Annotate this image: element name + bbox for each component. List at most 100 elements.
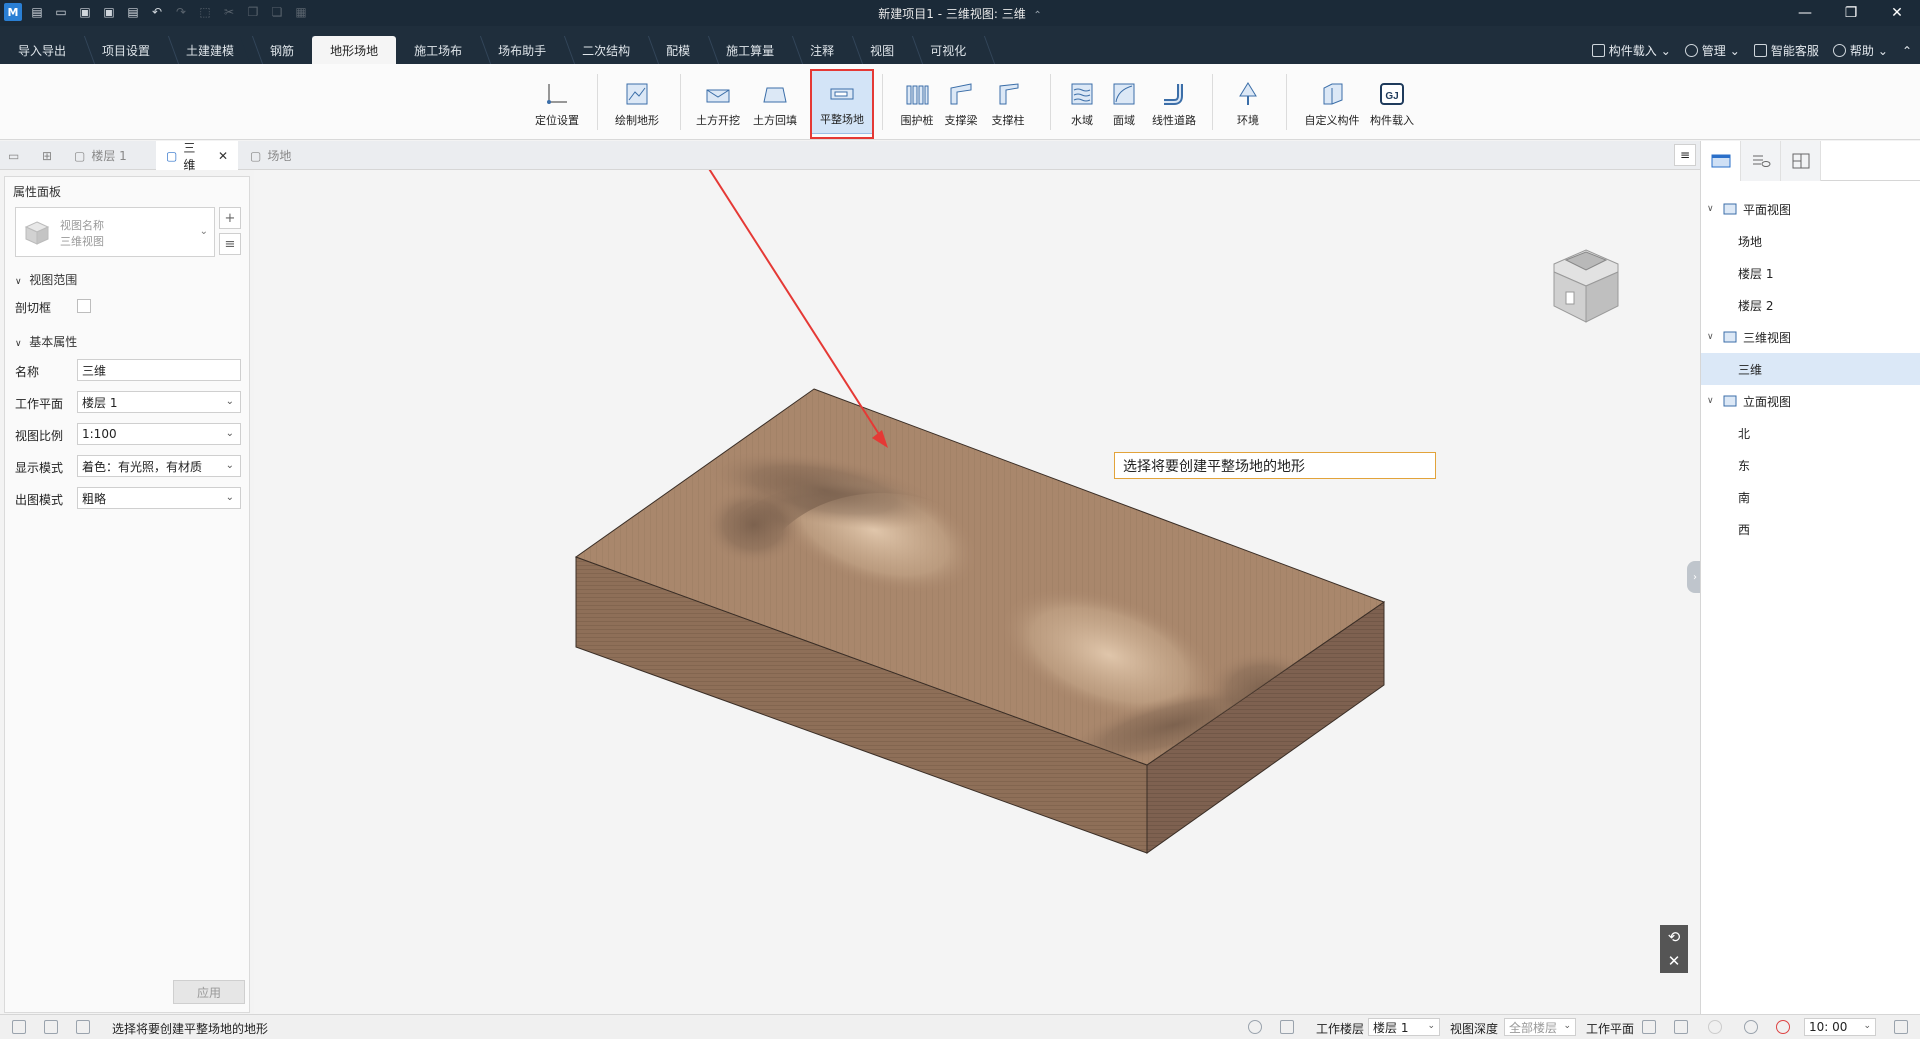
view-list-button[interactable]: ≡ xyxy=(219,233,241,255)
export-file-icon[interactable]: ▤ xyxy=(124,3,142,21)
tree-item[interactable]: 北 xyxy=(1701,417,1920,449)
undo-icon[interactable]: ↶ xyxy=(148,3,166,21)
section-basic-props[interactable]: ∨ 基本属性 xyxy=(15,333,77,350)
cut-icon[interactable]: ✂ xyxy=(220,3,238,21)
ribbon-button[interactable]: 定位设置 xyxy=(525,70,589,134)
view-cube-icon[interactable] xyxy=(1544,246,1628,330)
restore-icon[interactable]: ❐ xyxy=(1828,0,1874,26)
sun-icon[interactable] xyxy=(1744,1020,1758,1034)
view-scale-select[interactable]: 1:100 ⌄ xyxy=(77,423,241,445)
view-type-selector[interactable]: 视图名称 三维视图 ⌄ xyxy=(15,207,215,257)
panel-toggle-icon[interactable]: ▭ xyxy=(0,141,34,170)
layer-visibility-tab[interactable] xyxy=(1741,141,1781,181)
manage-icon xyxy=(1684,44,1698,57)
hint-callout: 选择将要创建平整场地的地形 xyxy=(1114,452,1436,479)
save-icon[interactable]: ▣ xyxy=(76,3,94,21)
menu-tab[interactable]: 项目设置 xyxy=(84,36,168,64)
work-floor-select[interactable]: 楼层 1 ⌄ xyxy=(1368,1018,1440,1036)
menu-tab[interactable]: 二次结构 xyxy=(564,36,648,64)
redo-icon[interactable]: ↷ xyxy=(172,3,190,21)
close-tab-icon[interactable]: ✕ xyxy=(218,149,228,163)
menu-tab[interactable]: 施工场布 xyxy=(396,36,480,64)
shadow-off-icon[interactable] xyxy=(1776,1020,1790,1034)
menu-tab[interactable]: 可视化 xyxy=(912,36,984,64)
layout-icon[interactable] xyxy=(12,1020,26,1034)
ribbon-button[interactable]: 支撑柱 xyxy=(985,70,1031,134)
tile-views-icon[interactable]: ⊞ xyxy=(34,141,64,170)
close-window-icon[interactable]: ✕ xyxy=(1874,0,1920,26)
time-select[interactable]: 10: 00 ⌄ xyxy=(1804,1018,1876,1036)
tab-list-button[interactable]: ≡ xyxy=(1674,144,1696,166)
ribbon-button[interactable]: 支撑梁 xyxy=(938,70,984,134)
tab-floor-1[interactable]: ▢ 楼层 1 xyxy=(64,141,154,170)
snap-icon[interactable] xyxy=(76,1020,90,1034)
new-file-icon[interactable]: ▤ xyxy=(28,3,46,21)
name-input[interactable]: 三维 xyxy=(77,359,241,381)
ribbon-button[interactable]: 土方回填 xyxy=(747,70,803,134)
tree-item[interactable]: 楼层 2 xyxy=(1701,289,1920,321)
tree-group[interactable]: ∨ 立面视图 xyxy=(1701,385,1920,417)
output-mode-select[interactable]: 粗略 ⌄ xyxy=(77,487,241,509)
grid-icon[interactable] xyxy=(44,1020,58,1034)
paste-icon[interactable]: ❏ xyxy=(268,3,286,21)
tab-3d[interactable]: ▢ 三维 ✕ xyxy=(156,141,238,172)
section-view-range[interactable]: ∨ 视图范围 xyxy=(15,271,77,288)
tree-item[interactable]: 南 xyxy=(1701,481,1920,513)
3d-viewport[interactable]: 选择将要创建平整场地的地形 ⟲ ✕ › xyxy=(254,170,1700,1014)
view-depth-select[interactable]: 全部楼层 ⌄ xyxy=(1504,1018,1576,1036)
work-plane-icon[interactable] xyxy=(1642,1020,1656,1034)
component-tab[interactable] xyxy=(1781,141,1821,181)
add-view-button[interactable]: + xyxy=(219,207,241,229)
crop-box-checkbox[interactable] xyxy=(77,299,91,313)
light-bulb-icon[interactable] xyxy=(1708,1020,1722,1034)
tree-group[interactable]: ∨ 平面视图 xyxy=(1701,193,1920,225)
tab-site[interactable]: ▢ 场地 xyxy=(240,141,320,170)
select-icon[interactable]: ⬚ xyxy=(196,3,214,21)
work-plane-select[interactable]: 楼层 1 ⌄ xyxy=(77,391,241,413)
ribbon-button[interactable]: 环境 xyxy=(1228,70,1268,134)
ribbon-button[interactable]: 自定义构件 xyxy=(1296,70,1368,134)
terrain-scene[interactable] xyxy=(254,170,1700,1014)
close-nav-icon[interactable]: ✕ xyxy=(1668,952,1681,970)
expand-chevron-icon[interactable]: ∨ xyxy=(1707,204,1719,214)
rotate-reset-icon[interactable]: ⟲ xyxy=(1668,928,1681,946)
ribbon-button[interactable]: 绘制地形 xyxy=(605,70,669,134)
tree-item[interactable]: 西 xyxy=(1701,513,1920,545)
minimize-icon[interactable]: — xyxy=(1782,0,1828,26)
smart-service-button[interactable]: 智能客服 xyxy=(1753,42,1819,59)
open-folder-icon[interactable]: ▭ xyxy=(52,3,70,21)
collapse-right-panel-icon[interactable]: › xyxy=(1687,561,1700,593)
tree-item[interactable]: 三维 xyxy=(1701,353,1920,385)
ribbon-button[interactable]: 水域 xyxy=(1062,70,1102,134)
apply-button[interactable]: 应用 xyxy=(173,980,245,1004)
save-as-icon[interactable]: ▣ xyxy=(100,3,118,21)
menu-tab[interactable]: 场布助手 xyxy=(480,36,564,64)
tree-item[interactable]: 楼层 1 xyxy=(1701,257,1920,289)
help-menu[interactable]: 帮助 ⌄ xyxy=(1832,42,1888,59)
ribbon-collapse-icon[interactable]: ⌃ xyxy=(1902,42,1912,59)
ribbon-button[interactable]: 土方开挖 xyxy=(690,70,746,134)
menu-tab[interactable]: 导入导出 xyxy=(0,36,84,64)
expand-chevron-icon[interactable]: ∨ xyxy=(1707,332,1719,342)
zoom-fit-icon[interactable] xyxy=(1248,1020,1262,1034)
menu-tab[interactable]: 土建建模 xyxy=(168,36,252,64)
render-icon[interactable] xyxy=(1674,1020,1688,1034)
manage-menu[interactable]: 管理 ⌄ xyxy=(1684,42,1740,59)
display-mode-select[interactable]: 着色：有光照，有材质 ⌄ xyxy=(77,455,241,477)
component-load-menu[interactable]: 构件载入 ⌄ xyxy=(1591,42,1671,59)
ribbon-button[interactable]: 面域 xyxy=(1104,70,1144,134)
ribbon-button[interactable]: 线性道路 xyxy=(1146,70,1202,134)
status-settings-icon[interactable] xyxy=(1894,1020,1908,1034)
tree-group[interactable]: ∨ 三维视图 xyxy=(1701,321,1920,353)
print-icon[interactable] xyxy=(1280,1020,1294,1034)
menu-tab[interactable]: 地形场地 xyxy=(312,36,397,64)
match-icon[interactable]: ▦ xyxy=(292,3,310,21)
menu-tab[interactable]: 施工算量 xyxy=(708,36,792,64)
copy-icon[interactable]: ❐ xyxy=(244,3,262,21)
ribbon-button[interactable]: GJ 构件载入 xyxy=(1362,70,1422,134)
expand-chevron-icon[interactable]: ∨ xyxy=(1707,396,1719,406)
tree-item[interactable]: 场地 xyxy=(1701,225,1920,257)
view-tree-tab[interactable] xyxy=(1701,141,1741,181)
tree-item[interactable]: 东 xyxy=(1701,449,1920,481)
ribbon-button[interactable]: 围护桩 xyxy=(893,70,941,134)
